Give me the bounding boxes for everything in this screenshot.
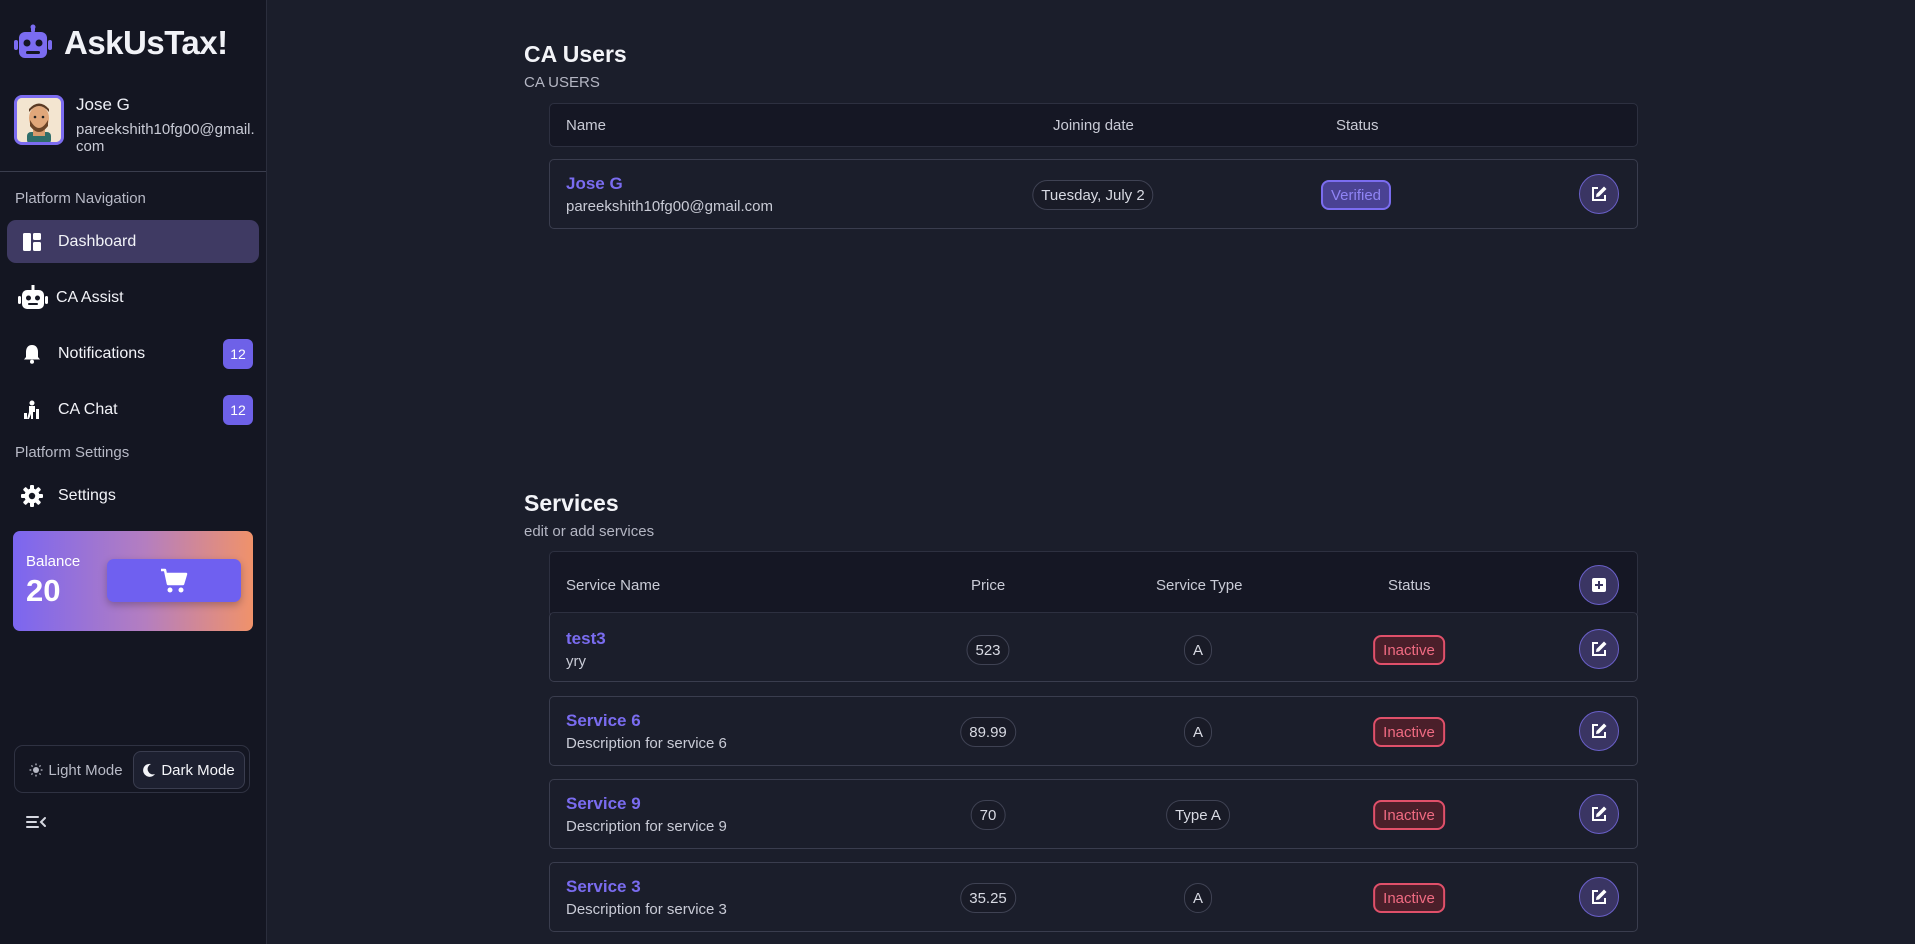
theme-toggle: Light Mode Dark Mode <box>14 745 250 793</box>
dark-mode-label: Dark Mode <box>161 761 235 779</box>
column-header-service-type: Service Type <box>1156 577 1243 594</box>
buy-credits-button[interactable] <box>107 559 241 602</box>
sidebar-item-label: Dashboard <box>58 232 137 250</box>
sidebar-item-notifications[interactable]: Notifications 12 <box>7 332 259 375</box>
status-badge: Verified <box>1320 180 1392 210</box>
sun-icon <box>29 763 43 777</box>
edit-service-button[interactable] <box>1579 794 1619 834</box>
sidebar-item-label: CA Assist <box>56 288 124 306</box>
column-header-joining-date: Joining date <box>1053 117 1134 134</box>
profile-name: Jose G <box>76 95 130 114</box>
robot-logo-icon <box>14 24 52 58</box>
sidebar-item-ca-assist[interactable]: CA Assist <box>7 276 259 319</box>
price-chip: 35.25 <box>960 883 1016 913</box>
ca-users-title: CA Users <box>524 41 627 67</box>
collapse-sidebar-button[interactable] <box>25 813 47 831</box>
sidebar-item-settings[interactable]: Settings <box>7 474 259 517</box>
edit-service-button[interactable] <box>1579 711 1619 751</box>
service-type-chip: A <box>1184 883 1212 913</box>
edit-icon <box>1592 723 1607 738</box>
column-header-service-name: Service Name <box>566 577 661 594</box>
robot-icon <box>18 284 48 310</box>
user-email: pareekshith10fg00@gmail.com <box>566 198 774 215</box>
light-mode-option[interactable]: Light Mode <box>17 751 135 789</box>
balance-card: Balance 20 <box>13 531 253 631</box>
services-title: Services <box>524 490 619 516</box>
chat-count-badge: 12 <box>223 395 253 425</box>
services-table-header: Service Name Price Service Type Status <box>549 551 1638 617</box>
sidebar-item-label: CA Chat <box>58 400 118 418</box>
avatar <box>14 95 64 145</box>
service-name-link[interactable]: test3 <box>566 629 606 649</box>
sidebar: AskUsTax! Jose G pareekshith10fg00@gmail… <box>0 0 267 944</box>
column-header-status: Status <box>1336 117 1379 134</box>
sidebar-item-label: Settings <box>58 486 116 504</box>
add-icon <box>1592 578 1606 592</box>
status-badge: Inactive <box>1373 883 1445 913</box>
service-row: test3 yry 523 A Inactive <box>549 612 1638 682</box>
service-type-chip: A <box>1184 635 1212 665</box>
edit-service-button[interactable] <box>1579 629 1619 669</box>
service-description: Description for service 9 <box>566 818 727 835</box>
chat-figure-icon <box>20 398 44 422</box>
service-description: Description for service 6 <box>566 735 727 752</box>
service-name-link[interactable]: Service 3 <box>566 877 641 897</box>
joining-date-chip: Tuesday, July 2 <box>1032 180 1154 210</box>
moon-icon <box>143 763 156 777</box>
light-mode-label: Light Mode <box>48 761 123 779</box>
platform-settings-label: Platform Settings <box>15 444 130 461</box>
collapse-menu-icon <box>26 816 46 828</box>
price-chip: 523 <box>966 635 1010 665</box>
price-chip: 89.99 <box>960 717 1016 747</box>
service-type-chip: Type A <box>1166 800 1230 830</box>
price-chip: 70 <box>970 800 1006 830</box>
edit-icon <box>1592 806 1607 821</box>
profile-email: pareekshith10fg00@gmail.com <box>76 121 255 155</box>
service-row: Service 9 Description for service 9 70 T… <box>549 779 1638 849</box>
edit-icon <box>1592 641 1607 656</box>
edit-service-button[interactable] <box>1579 877 1619 917</box>
column-header-status: Status <box>1388 577 1431 594</box>
sidebar-item-ca-chat[interactable]: CA Chat 12 <box>7 388 259 431</box>
cart-icon <box>161 568 188 592</box>
balance-value: 20 <box>26 573 61 608</box>
gear-icon <box>20 484 44 508</box>
service-description: Description for service 3 <box>566 901 727 918</box>
service-row: Service 6 Description for service 6 89.9… <box>549 696 1638 766</box>
ca-users-subtitle: CA USERS <box>524 74 600 91</box>
edit-icon <box>1592 889 1607 904</box>
ca-users-table-header: Name Joining date Status <box>549 103 1638 147</box>
column-header-price: Price <box>971 577 1006 594</box>
sidebar-item-dashboard[interactable]: Dashboard <box>7 220 259 263</box>
service-row: Service 3 Description for service 3 35.2… <box>549 862 1638 932</box>
edit-icon <box>1592 186 1607 201</box>
avatar-illustration <box>17 98 61 142</box>
service-name-link[interactable]: Service 6 <box>566 711 641 731</box>
user-profile[interactable]: Jose G pareekshith10fg00@gmail.com <box>14 95 256 155</box>
brand[interactable]: AskUsTax! <box>14 24 228 62</box>
notification-count-badge: 12 <box>223 339 253 369</box>
app-name: AskUsTax! <box>64 24 228 61</box>
status-badge: Inactive <box>1373 635 1445 665</box>
balance-label: Balance <box>26 553 81 570</box>
service-name-link[interactable]: Service 9 <box>566 794 641 814</box>
platform-navigation-label: Platform Navigation <box>15 190 146 207</box>
services-subtitle: edit or add services <box>524 523 655 540</box>
ca-user-row: Jose G pareekshith10fg00@gmail.com Tuesd… <box>549 159 1638 229</box>
column-header-name: Name <box>566 117 607 134</box>
dashboard-icon <box>20 230 44 254</box>
profile-divider <box>0 171 266 172</box>
service-description: yry <box>566 653 586 670</box>
sidebar-item-label: Notifications <box>58 344 146 362</box>
user-name-link[interactable]: Jose G <box>566 174 623 194</box>
status-badge: Inactive <box>1373 800 1445 830</box>
status-badge: Inactive <box>1373 717 1445 747</box>
bell-icon <box>20 342 44 366</box>
service-type-chip: A <box>1184 717 1212 747</box>
add-service-button[interactable] <box>1579 565 1619 605</box>
edit-user-button[interactable] <box>1579 174 1619 214</box>
dark-mode-option[interactable]: Dark Mode <box>133 751 245 789</box>
